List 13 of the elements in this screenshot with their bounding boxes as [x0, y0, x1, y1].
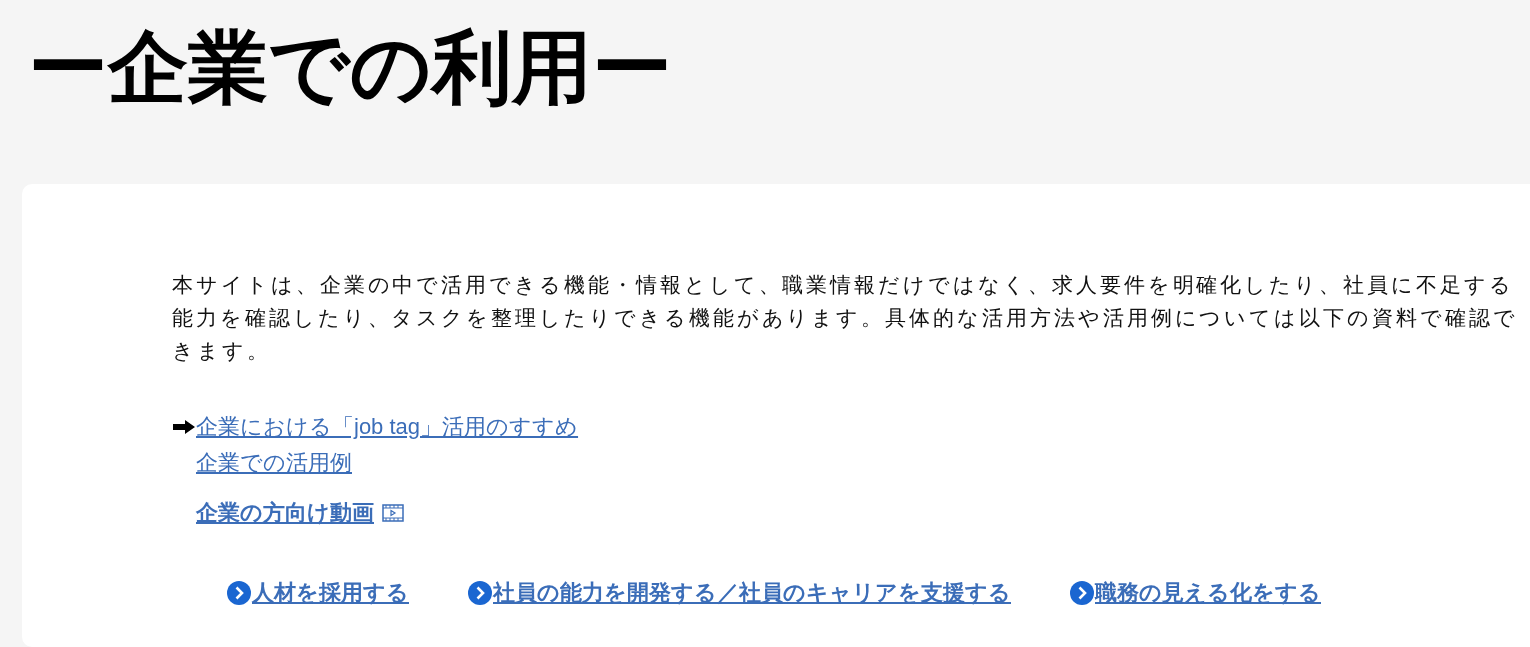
page-title: ー企業での利用ー: [28, 22, 672, 114]
nav-link[interactable]: 職務の見える化をする: [1095, 577, 1321, 609]
chevron-circle-icon: [1069, 580, 1095, 606]
chevron-circle-icon: [226, 580, 252, 606]
resource-link[interactable]: 企業における「job tag」活用のすすめ: [196, 409, 579, 445]
video-icon: [382, 504, 404, 522]
resource-link[interactable]: 企業の方向け動画: [196, 495, 374, 531]
nav-link[interactable]: 人材を採用する: [252, 577, 409, 609]
right-arrow-icon: [172, 419, 196, 435]
nav-link[interactable]: 社員の能力を開発する／社員のキャリアを支援する: [493, 577, 1011, 609]
chevron-circle-icon: [467, 580, 493, 606]
resource-link[interactable]: 企業での活用例: [196, 445, 352, 481]
intro-paragraph: 本サイトは、企業の中で活用できる機能・情報として、職業情報だけではなく、求人要件を明確化したり、社員に不足する能力を確認したり、タスクを整理したりできる機能があります。具体的な活用方法や活用例については以下の資料で確認できます。: [172, 272, 1519, 364]
